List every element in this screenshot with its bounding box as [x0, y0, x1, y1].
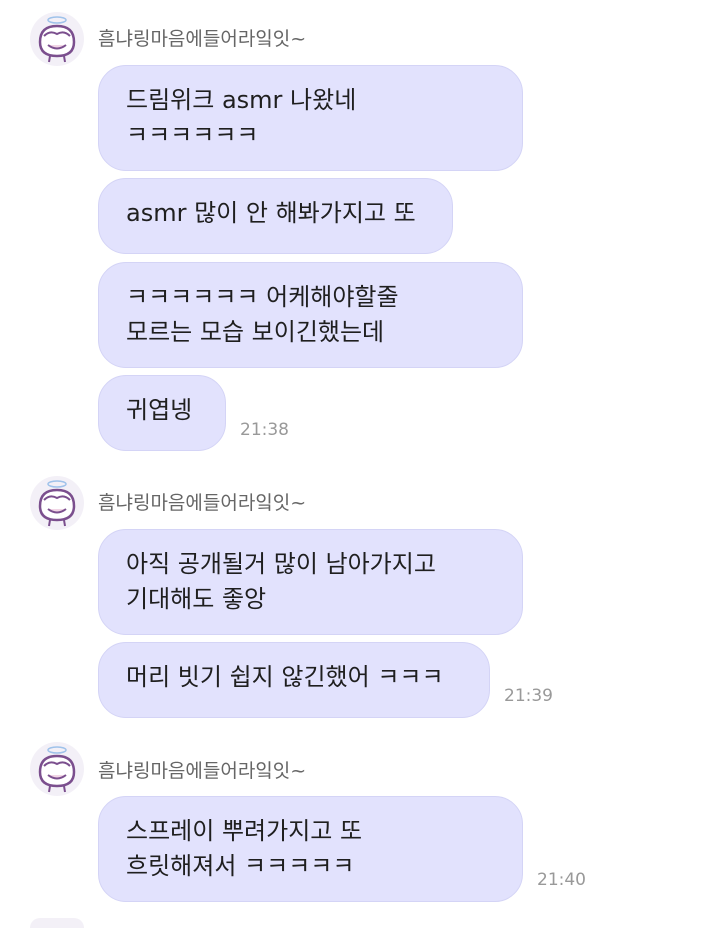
message-bubble[interactable]: 드림위크 asmr 나왔네 ㅋㅋㅋㅋㅋㅋ [98, 65, 523, 171]
profile-character-icon [38, 16, 76, 63]
message-text: 모르는 모습 보이긴했는데 [126, 318, 385, 346]
timestamp: 21:38 [240, 420, 289, 440]
message-text: 기대해도 좋앙 [126, 585, 267, 613]
message-text: 스프레이 뿌려가지고 또 [126, 817, 363, 845]
message-text: asmr 많이 안 해봐가지고 또 [126, 199, 416, 227]
message-text: 머리 빗기 쉽지 않긴했어 ㅋㅋㅋ [126, 663, 444, 691]
message-text: 드림위크 asmr 나왔네 [126, 86, 357, 114]
sender-name: 흠냐링마음에들어라잌잇~ [98, 760, 307, 782]
message-text: ㅋㅋㅋㅋㅋㅋ 어케해야할줄 [126, 283, 399, 311]
message-bubble[interactable]: 아직 공개될거 많이 남아가지고 기대해도 좋앙 [98, 529, 523, 635]
message-bubble[interactable]: asmr 많이 안 해봐가지고 또 [98, 178, 453, 254]
message-text: 귀엽넹 [126, 396, 193, 424]
avatar[interactable] [30, 742, 84, 796]
message-text: 흐릿해져서 ㅋㅋㅋㅋㅋ [126, 852, 355, 880]
profile-character-icon [38, 480, 76, 527]
message-bubble[interactable]: 머리 빗기 쉽지 않긴했어 ㅋㅋㅋ [98, 642, 490, 718]
message-bubble[interactable]: ㅋㅋㅋㅋㅋㅋ 어케해야할줄 모르는 모습 보이긴했는데 [98, 262, 523, 368]
message-text: ㅋㅋㅋㅋㅋㅋ [126, 121, 259, 149]
timestamp: 21:40 [537, 870, 586, 890]
avatar[interactable] [30, 476, 84, 530]
profile-character-icon [38, 746, 76, 793]
message-bubble[interactable]: 스프레이 뿌려가지고 또 흐릿해져서 ㅋㅋㅋㅋㅋ [98, 796, 523, 902]
message-text: 아직 공개될거 많이 남아가지고 [126, 550, 436, 578]
message-bubble[interactable]: 귀엽넹 [98, 375, 226, 451]
avatar[interactable] [30, 12, 84, 66]
avatar[interactable] [30, 918, 84, 928]
timestamp: 21:39 [504, 686, 553, 706]
sender-name: 흠냐링마음에들어라잌잇~ [98, 492, 307, 514]
sender-name: 흠냐링마음에들어라잌잇~ [98, 28, 307, 50]
